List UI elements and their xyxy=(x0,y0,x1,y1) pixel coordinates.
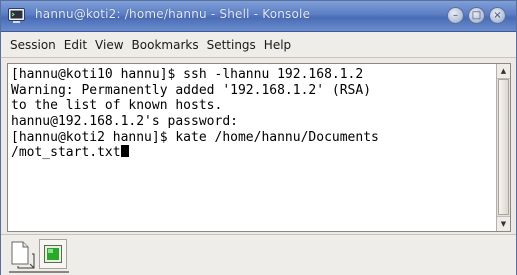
menu-bar: Session Edit View Bookmarks Settings Hel… xyxy=(1,32,516,58)
menu-help[interactable]: Help xyxy=(260,38,295,52)
terminal-scrollbar[interactable]: ▲ ▼ xyxy=(496,64,510,231)
maximize-icon: □ xyxy=(471,9,482,21)
close-button[interactable]: × xyxy=(489,7,506,24)
new-document-icon xyxy=(11,241,35,269)
minimize-icon: – xyxy=(453,9,458,21)
new-session-button[interactable] xyxy=(8,238,38,270)
title-bar[interactable]: hannu@koti2: /home/hannu - Shell - Konso… xyxy=(1,1,516,32)
scrollbar-thumb[interactable] xyxy=(498,79,509,215)
terminal-line: Warning: Permanently added '192.168.1.2'… xyxy=(11,82,372,98)
terminal-line: hannu@192.168.1.2's password: xyxy=(11,114,238,130)
scroll-up-button[interactable]: ▲ xyxy=(497,64,510,79)
terminal-view[interactable]: [hannu@koti10 hannu]$ ssh -lhannu 192.16… xyxy=(7,63,511,232)
window-title: hannu@koti2: /home/hannu - Shell - Konso… xyxy=(35,7,311,21)
terminal-prompt-line[interactable]: /mot_start.txt xyxy=(11,145,491,161)
menu-edit[interactable]: Edit xyxy=(60,38,91,52)
terminal-line: [hannu@koti10 hannu]$ ssh -lhannu 192.16… xyxy=(11,67,364,82)
terminal-output[interactable]: [hannu@koti10 hannu]$ ssh -lhannu 192.16… xyxy=(11,67,491,229)
menu-bookmarks[interactable]: Bookmarks xyxy=(128,38,203,52)
arrow-up-icon: ▲ xyxy=(500,67,507,75)
terminal-line-text: /mot_start.txt xyxy=(11,145,121,161)
terminal-session-icon xyxy=(44,245,62,263)
minimize-button[interactable]: – xyxy=(447,7,464,24)
arrow-down-icon: ▼ xyxy=(500,220,507,228)
menu-settings[interactable]: Settings xyxy=(203,38,260,52)
konsole-app-icon[interactable] xyxy=(8,8,25,23)
menu-session[interactable]: Session xyxy=(6,38,60,52)
text-cursor xyxy=(120,145,129,158)
terminal-line: [hannu@koti2 hannu]$ kate /home/hannu/Do… xyxy=(11,129,379,145)
konsole-window: hannu@koti2: /home/hannu - Shell - Konso… xyxy=(0,0,517,275)
session-tab-bar xyxy=(1,234,516,275)
session-tab[interactable] xyxy=(39,239,67,269)
active-tab-indicator xyxy=(9,271,69,273)
scroll-down-button[interactable]: ▼ xyxy=(497,216,510,231)
maximize-button[interactable]: □ xyxy=(468,7,485,24)
menu-view[interactable]: View xyxy=(91,38,127,52)
close-icon: × xyxy=(493,9,502,21)
terminal-line: to the list of known hosts. xyxy=(11,98,223,114)
window-controls: – □ × xyxy=(447,7,506,24)
